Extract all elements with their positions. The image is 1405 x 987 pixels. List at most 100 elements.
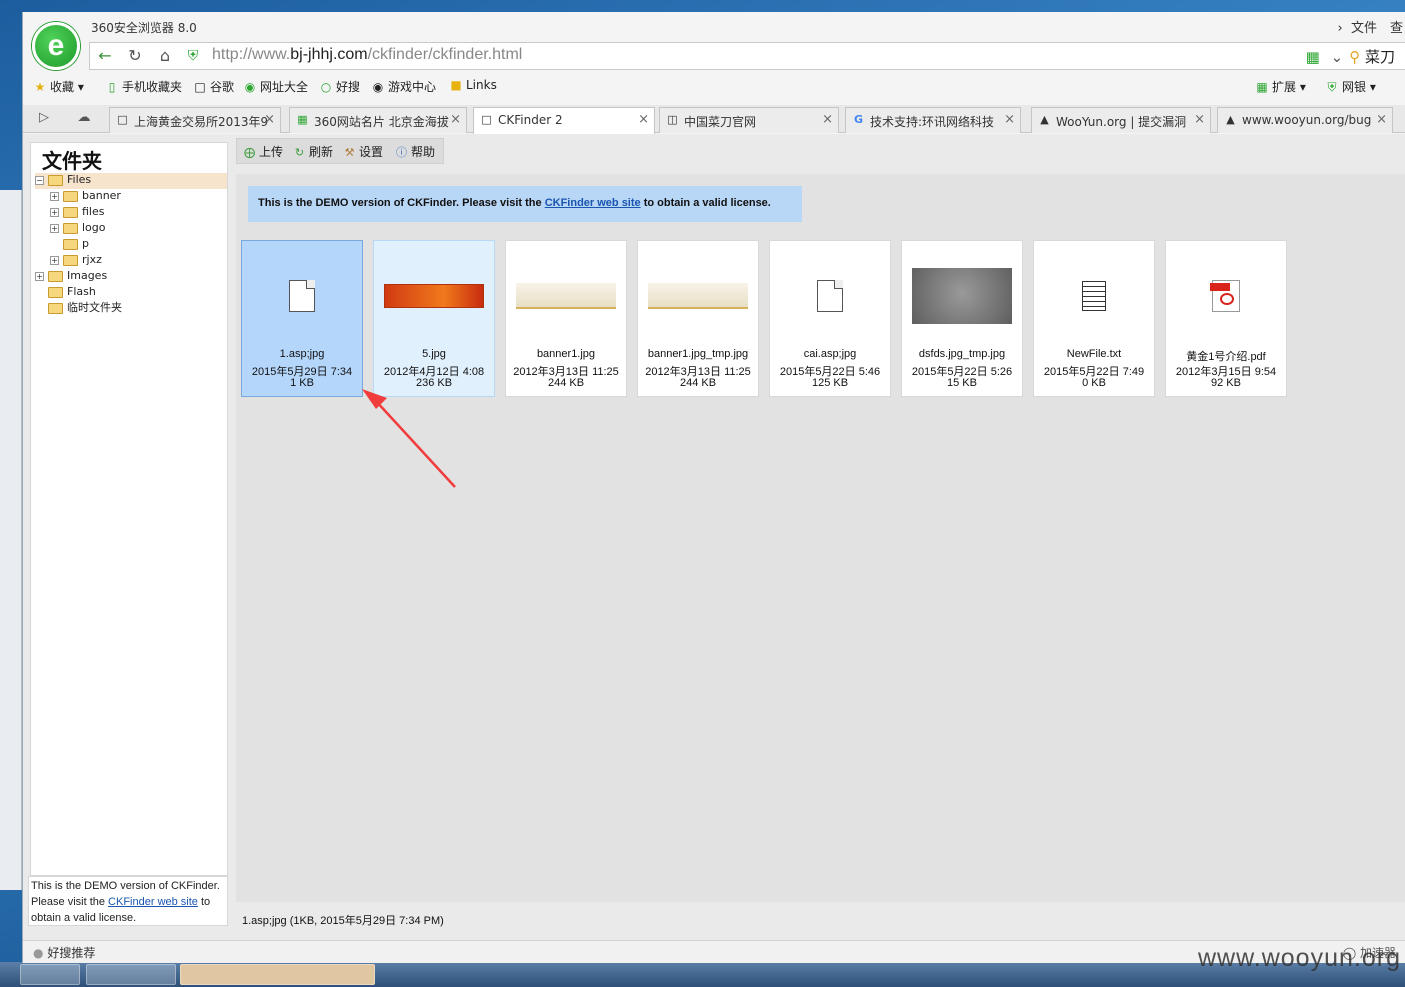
file-name: cai.asp;jpg bbox=[803, 348, 857, 360]
wrench-icon: ⚒ bbox=[344, 146, 355, 159]
file-name: NewFile.txt bbox=[1066, 348, 1122, 360]
home-button[interactable]: ⌂ bbox=[154, 46, 176, 66]
settings-button[interactable]: ⚒ 设置 bbox=[343, 143, 383, 160]
help-button[interactable]: ⓘ 帮助 bbox=[395, 143, 435, 160]
refresh-button[interactable]: ↻ 刷新 bbox=[293, 143, 333, 160]
bookmark-directory[interactable]: ◉ 网址大全 bbox=[243, 78, 308, 95]
folder-tree-item[interactable]: + files bbox=[35, 205, 227, 221]
ckfinder-toolbar: ⨁ 上传 ↻ 刷新 ⚒ 设置 ⓘ 帮助 bbox=[236, 138, 444, 164]
bookmark-mobile[interactable]: ▯ 手机收藏夹 bbox=[105, 78, 182, 95]
ckfinder-site-link[interactable]: CKFinder web site bbox=[545, 197, 641, 209]
ckfinder-site-link[interactable]: CKFinder web site bbox=[108, 896, 198, 908]
search-box[interactable]: ▦ ⌄ ⚲ 菜刀 bbox=[1306, 46, 1395, 67]
file-thumbnail bbox=[1044, 261, 1144, 331]
folder-icon bbox=[48, 286, 63, 298]
folder-tree-item[interactable]: − Files bbox=[35, 173, 227, 189]
bookmark-label: 网址大全 bbox=[260, 80, 309, 94]
file-thumbnail bbox=[912, 261, 1012, 331]
extensions-button[interactable]: ▦ 扩展 ▾ bbox=[1255, 78, 1306, 95]
tab-ckfinder[interactable]: □ CKFinder 2 × bbox=[473, 107, 655, 134]
help-icon: ⓘ bbox=[396, 146, 407, 159]
folder-label: Flash bbox=[67, 285, 96, 298]
folder-icon bbox=[63, 222, 78, 234]
menu-view[interactable]: 查 bbox=[1390, 17, 1403, 36]
file-thumbnail bbox=[516, 261, 616, 331]
netbank-button[interactable]: ⛨ 网银 ▾ bbox=[1325, 78, 1375, 95]
document-icon bbox=[289, 280, 315, 312]
file-tile[interactable]: 1.asp;jpg 2015年5月29日 7:34 1 KB bbox=[241, 240, 363, 397]
folder-icon bbox=[63, 254, 78, 266]
folder-tree-item[interactable]: p bbox=[35, 237, 227, 253]
file-tile[interactable]: 5.jpg 2012年4月12日 4:08 236 KB bbox=[373, 240, 495, 397]
tab-support[interactable]: G 技术支持:环讯网络科技 × bbox=[845, 107, 1021, 133]
netbank-label: 网银 bbox=[1342, 80, 1367, 94]
expand-icon[interactable]: + bbox=[50, 191, 59, 201]
menu-file-label[interactable]: 文件 bbox=[1351, 21, 1377, 36]
file-name: dsfds.jpg_tmp.jpg bbox=[918, 348, 1006, 360]
folder-tree-item[interactable]: + Images bbox=[35, 269, 227, 285]
close-icon[interactable]: × bbox=[638, 112, 649, 127]
close-icon[interactable]: × bbox=[264, 112, 275, 127]
file-tile[interactable]: cai.asp;jpg 2015年5月22日 5:46 125 KB bbox=[769, 240, 891, 397]
collapse-icon[interactable]: − bbox=[35, 175, 44, 185]
folder-panel: 文件夹 − Files + banner + files + logo p + rjxz + Image… bbox=[30, 142, 228, 876]
tab-wooyun-bug[interactable]: ▲ www.wooyun.org/bug × bbox=[1217, 107, 1393, 133]
reload-button[interactable]: ↻ bbox=[124, 46, 146, 66]
bookmark-haosou[interactable]: ○ 好搜 bbox=[319, 78, 360, 95]
tab-360-card[interactable]: ▦ 360网站名片 北京金海拔 × bbox=[289, 107, 467, 133]
recommend-link[interactable]: 好搜推荐 bbox=[47, 946, 95, 960]
sidebar-toggle-icon[interactable]: ▷ bbox=[33, 108, 55, 128]
close-icon[interactable]: × bbox=[1194, 112, 1205, 127]
expand-icon[interactable]: + bbox=[50, 207, 59, 217]
folder-icon bbox=[63, 238, 78, 250]
qr-icon[interactable]: ▦ bbox=[1306, 48, 1320, 66]
title-bar: 360安全浏览器 8.0 › 文件 查 bbox=[23, 12, 1405, 42]
file-thumbnail bbox=[1176, 261, 1276, 331]
folder-tree-item[interactable]: + banner bbox=[35, 189, 227, 205]
taskbar-button[interactable] bbox=[86, 964, 176, 985]
banner-text-end: to obtain a valid license. bbox=[640, 197, 771, 209]
page-icon: □ bbox=[481, 113, 492, 126]
file-tile[interactable]: dsfds.jpg_tmp.jpg 2015年5月22日 5:26 15 KB bbox=[901, 240, 1023, 397]
taskbar-button[interactable] bbox=[20, 964, 80, 985]
file-tile[interactable]: NewFile.txt 2015年5月22日 7:49 0 KB bbox=[1033, 240, 1155, 397]
bookmark-links[interactable]: ■ Links bbox=[449, 78, 497, 92]
close-icon[interactable]: × bbox=[450, 112, 461, 127]
bookmark-label: 手机收藏夹 bbox=[122, 80, 183, 94]
bookmark-games[interactable]: ◉ 游戏中心 bbox=[371, 78, 436, 95]
close-icon[interactable]: × bbox=[1004, 112, 1015, 127]
upload-icon: ⨁ bbox=[244, 146, 255, 159]
page-icon: □ bbox=[117, 113, 128, 126]
tab-wooyun-submit[interactable]: ▲ WooYun.org | 提交漏洞 × bbox=[1031, 107, 1211, 133]
expand-icon[interactable]: + bbox=[50, 223, 59, 233]
close-icon[interactable]: × bbox=[822, 112, 833, 127]
tab-gold-exchange[interactable]: □ 上海黄金交易所2013年9 × bbox=[109, 107, 281, 133]
folder-tree-item[interactable]: + logo bbox=[35, 221, 227, 237]
back-button[interactable]: ← bbox=[94, 46, 116, 66]
upload-label: 上传 bbox=[259, 145, 284, 159]
taskbar bbox=[0, 962, 1405, 987]
upload-button[interactable]: ⨁ 上传 bbox=[243, 143, 283, 160]
bookmark-favorites[interactable]: ★ 收藏 ▾ bbox=[33, 78, 84, 95]
file-tile[interactable]: banner1.jpg_tmp.jpg 2012年3月13日 11:25 244 K… bbox=[637, 240, 759, 397]
file-tile[interactable]: banner1.jpg 2012年3月13日 11:25 244 KB bbox=[505, 240, 627, 397]
url-input[interactable]: http://www.bj-jhhj.com/ckfinder/ckfinder… bbox=[212, 46, 522, 64]
search-text[interactable]: 菜刀 bbox=[1365, 48, 1395, 66]
file-size: 244 KB bbox=[679, 377, 717, 389]
bookmark-google[interactable]: □ 谷歌 bbox=[193, 78, 234, 95]
close-icon[interactable]: × bbox=[1376, 112, 1387, 127]
dropdown-icon[interactable]: ⌄ bbox=[1331, 48, 1344, 66]
expand-icon[interactable]: + bbox=[50, 255, 59, 265]
expand-icon[interactable]: + bbox=[35, 271, 44, 281]
tab-caidao[interactable]: ◫ 中国菜刀官网 × bbox=[659, 107, 839, 133]
menu-file[interactable]: › 文件 bbox=[1338, 17, 1377, 36]
folder-tree-item[interactable]: + rjxz bbox=[35, 253, 227, 269]
cloud-icon[interactable]: ☁ bbox=[73, 108, 95, 128]
folder-tree-item[interactable]: 临时文件夹 bbox=[35, 299, 227, 315]
file-tile[interactable]: 黄金1号介绍.pdf 2012年3月15日 9:54 92 KB bbox=[1165, 240, 1287, 397]
tab-bar: ▷ ☁ □ 上海黄金交易所2013年9 × ▦ 360网站名片 北京金海拔 × □ CKF… bbox=[23, 105, 1405, 134]
folder-label: rjxz bbox=[82, 253, 102, 266]
taskbar-button[interactable] bbox=[180, 964, 375, 985]
